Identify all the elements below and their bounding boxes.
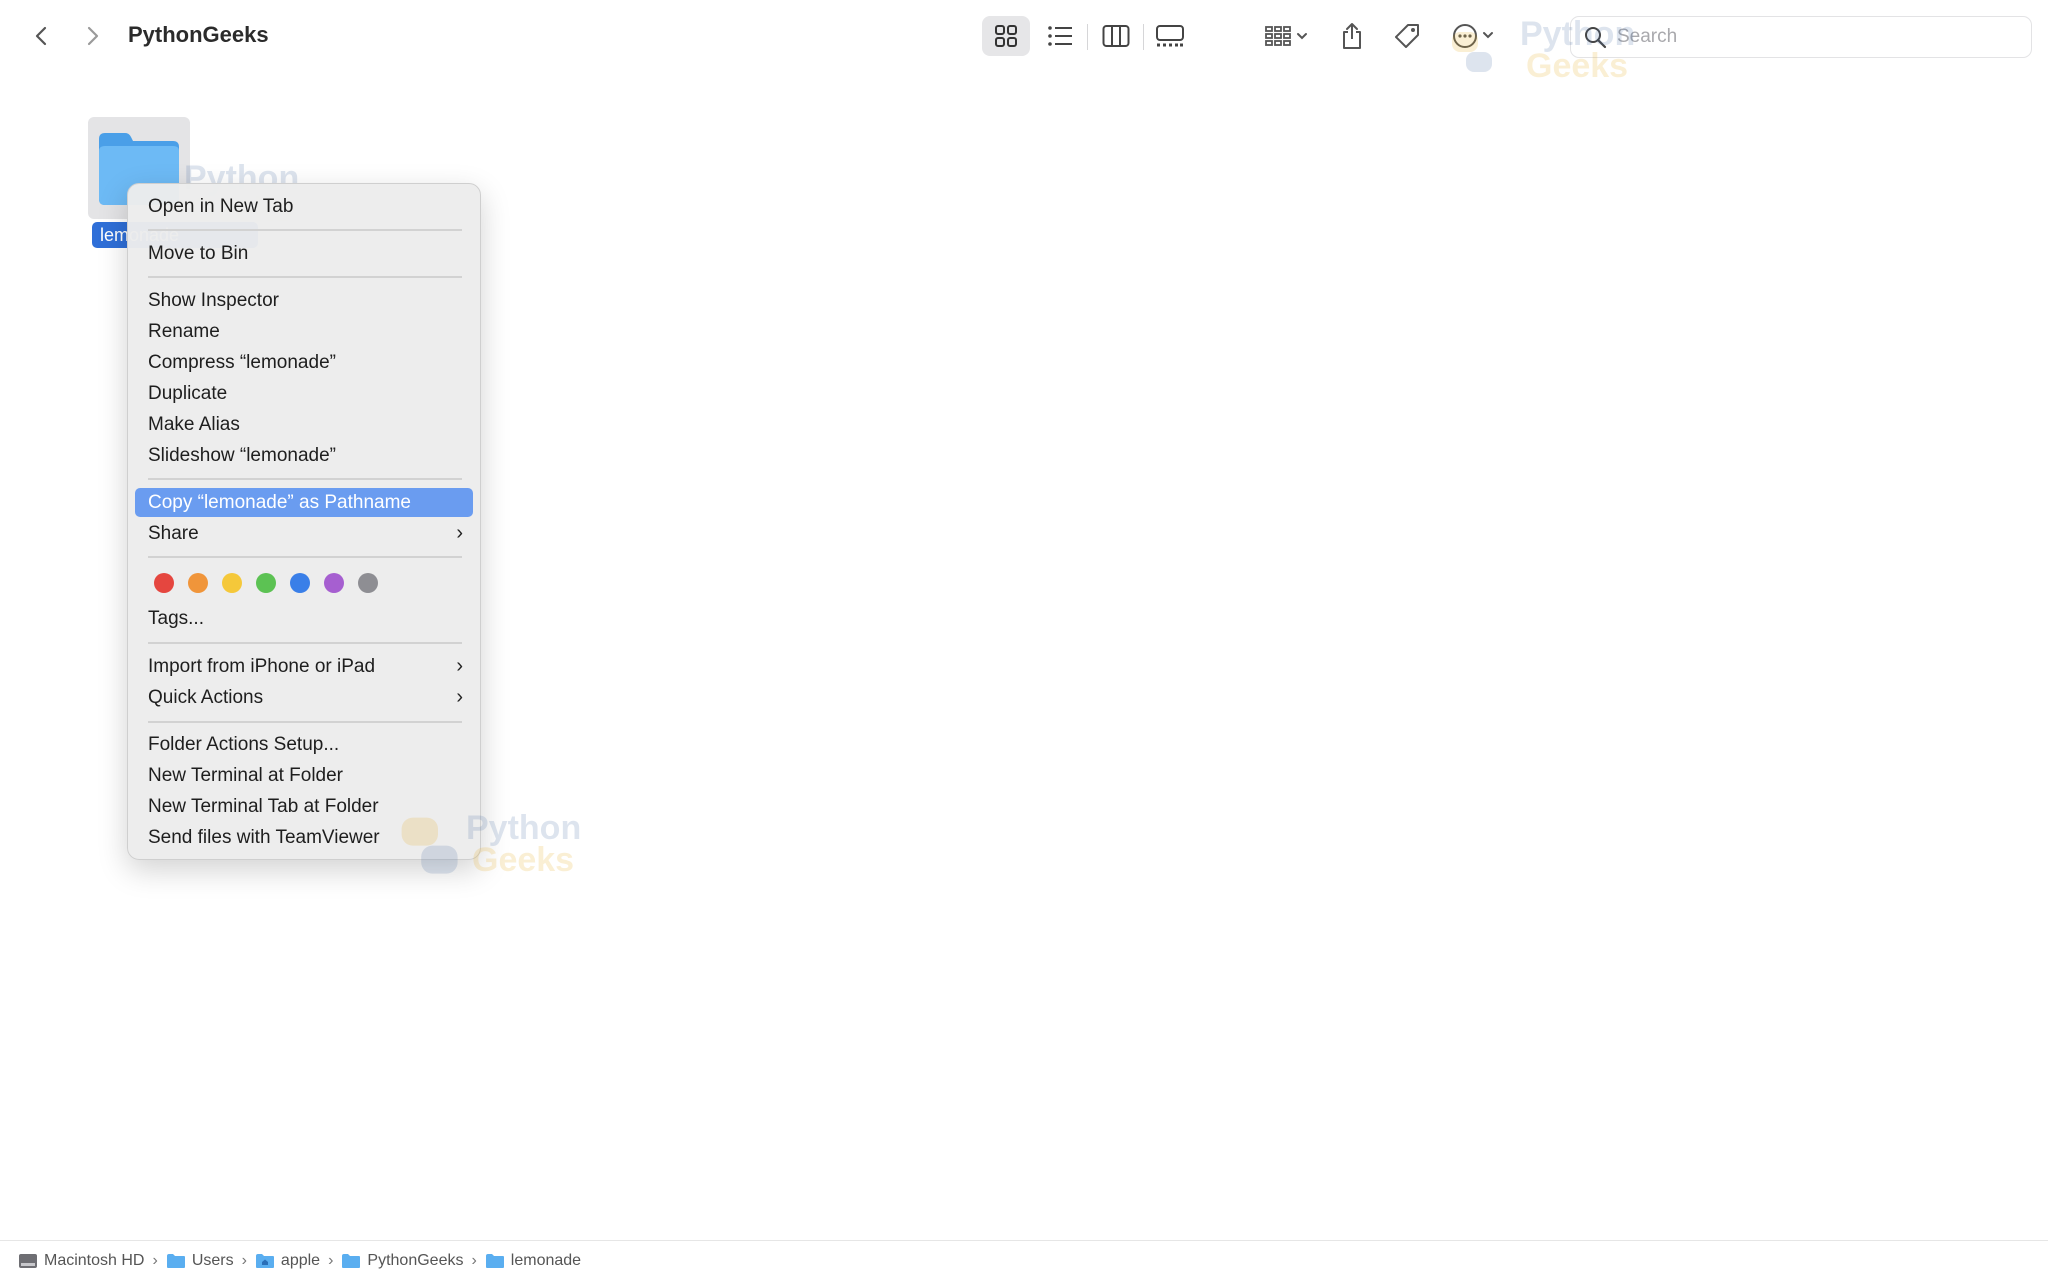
context-menu: Open in New Tab Move to Bin Show Inspect… (127, 183, 481, 860)
window-title: PythonGeeks (128, 22, 269, 47)
hard-drive-icon (19, 1254, 37, 1268)
list-icon (1048, 26, 1072, 46)
search-field[interactable] (1570, 16, 2032, 58)
home-folder-icon (255, 1254, 274, 1268)
folder-icon (342, 1254, 361, 1268)
chevron-left-icon (35, 26, 47, 46)
chevron-right-icon: › (456, 522, 463, 544)
menu-item-show-inspector[interactable]: Show Inspector (135, 286, 473, 315)
menu-item-new-terminal[interactable]: New Terminal at Folder (135, 761, 473, 790)
breadcrumb-macintosh-hd[interactable]: Macintosh HD (18, 1252, 144, 1270)
folder-icon (166, 1254, 185, 1268)
search-input[interactable] (1615, 25, 2019, 49)
icon-view-button[interactable] (982, 16, 1030, 56)
share-button[interactable] (1330, 16, 1374, 56)
menu-item-share-label: Share (148, 523, 199, 544)
group-grid-icon (1265, 26, 1307, 46)
toolbar-divider (1143, 24, 1144, 50)
breadcrumb-separator: › (328, 1252, 334, 1269)
folder-icon (485, 1254, 504, 1268)
tag-gray-dot[interactable] (358, 573, 378, 593)
tag-purple-dot[interactable] (324, 573, 344, 593)
breadcrumb-separator: › (241, 1252, 247, 1269)
menu-separator (148, 556, 462, 558)
chevron-right-icon (87, 26, 99, 46)
breadcrumb-label: Macintosh HD (44, 1252, 145, 1269)
columns-icon (1102, 25, 1130, 47)
tag-yellow-dot[interactable] (222, 573, 242, 593)
breadcrumb-users[interactable]: Users (166, 1252, 234, 1270)
menu-item-folder-actions[interactable]: Folder Actions Setup... (135, 730, 473, 759)
python-geeks-watermark: Python Geeks (396, 811, 581, 880)
menu-item-move-to-bin[interactable]: Move to Bin (135, 239, 473, 268)
back-button[interactable] (24, 18, 60, 54)
list-view-button[interactable] (1036, 16, 1084, 56)
menu-separator (148, 229, 462, 231)
chevron-right-icon: › (456, 686, 463, 708)
menu-separator (148, 478, 462, 480)
forward-button[interactable] (74, 18, 110, 54)
share-icon (1343, 23, 1361, 49)
grid-icon (995, 25, 1017, 47)
column-view-button[interactable] (1092, 16, 1140, 56)
breadcrumb-pythongeeks[interactable]: PythonGeeks (341, 1252, 463, 1270)
tag-red-dot[interactable] (154, 573, 174, 593)
gallery-view-button[interactable] (1146, 16, 1194, 56)
menu-item-make-alias[interactable]: Make Alias (135, 410, 473, 439)
watermark-line2: Geeks (472, 841, 575, 880)
menu-item-compress[interactable]: Compress “lemonade” (135, 348, 473, 377)
breadcrumb-lemonade[interactable]: lemonade (485, 1252, 581, 1270)
python-geeks-watermark: Python Geeks (1448, 17, 1635, 86)
menu-item-import-iphone-label: Import from iPhone or iPad (148, 656, 376, 677)
menu-item-duplicate[interactable]: Duplicate (135, 379, 473, 408)
menu-item-quick-actions[interactable]: Quick Actions › (135, 683, 473, 712)
menu-item-quick-actions-label: Quick Actions (148, 687, 264, 708)
breadcrumb-label: Users (191, 1252, 234, 1269)
gallery-icon (1156, 25, 1184, 47)
tag-button[interactable] (1385, 16, 1429, 56)
menu-item-copy-pathname[interactable]: Copy “lemonade” as Pathname (135, 488, 473, 517)
menu-item-open-new-tab[interactable]: Open in New Tab (135, 192, 473, 221)
toolbar: PythonGeeks (0, 0, 2048, 74)
breadcrumb-label: apple (280, 1252, 321, 1269)
menu-separator (148, 721, 462, 723)
breadcrumb-separator: › (152, 1252, 158, 1269)
breadcrumb-apple[interactable]: apple (255, 1252, 320, 1270)
group-by-button[interactable] (1258, 16, 1314, 56)
python-logo-icon (1452, 32, 1492, 72)
python-logo-icon (401, 817, 458, 874)
breadcrumb-label: PythonGeeks (367, 1252, 464, 1269)
menu-item-rename[interactable]: Rename (135, 317, 473, 346)
chevron-right-icon: › (456, 655, 463, 677)
tag-colors-row (154, 573, 414, 593)
menu-separator (148, 642, 462, 644)
tag-green-dot[interactable] (256, 573, 276, 593)
toolbar-divider (1087, 24, 1088, 50)
path-bar: Macintosh HD › Users › apple › PythonGee… (0, 1240, 2048, 1280)
menu-item-slideshow[interactable]: Slideshow “lemonade” (135, 441, 473, 470)
menu-item-import-iphone[interactable]: Import from iPhone or iPad › (135, 652, 473, 681)
breadcrumb-separator: › (471, 1252, 477, 1269)
finder-window: PythonGeeks Search Python Geeks Python O… (0, 0, 2048, 1280)
menu-separator (148, 276, 462, 278)
tag-blue-dot[interactable] (290, 573, 310, 593)
menu-item-tags[interactable]: Tags... (135, 604, 473, 633)
menu-item-share[interactable]: Share › (135, 519, 473, 548)
breadcrumb-label: lemonade (510, 1252, 582, 1269)
tag-orange-dot[interactable] (188, 573, 208, 593)
watermark-line2: Geeks (1526, 47, 1629, 86)
tag-icon (1395, 24, 1419, 48)
